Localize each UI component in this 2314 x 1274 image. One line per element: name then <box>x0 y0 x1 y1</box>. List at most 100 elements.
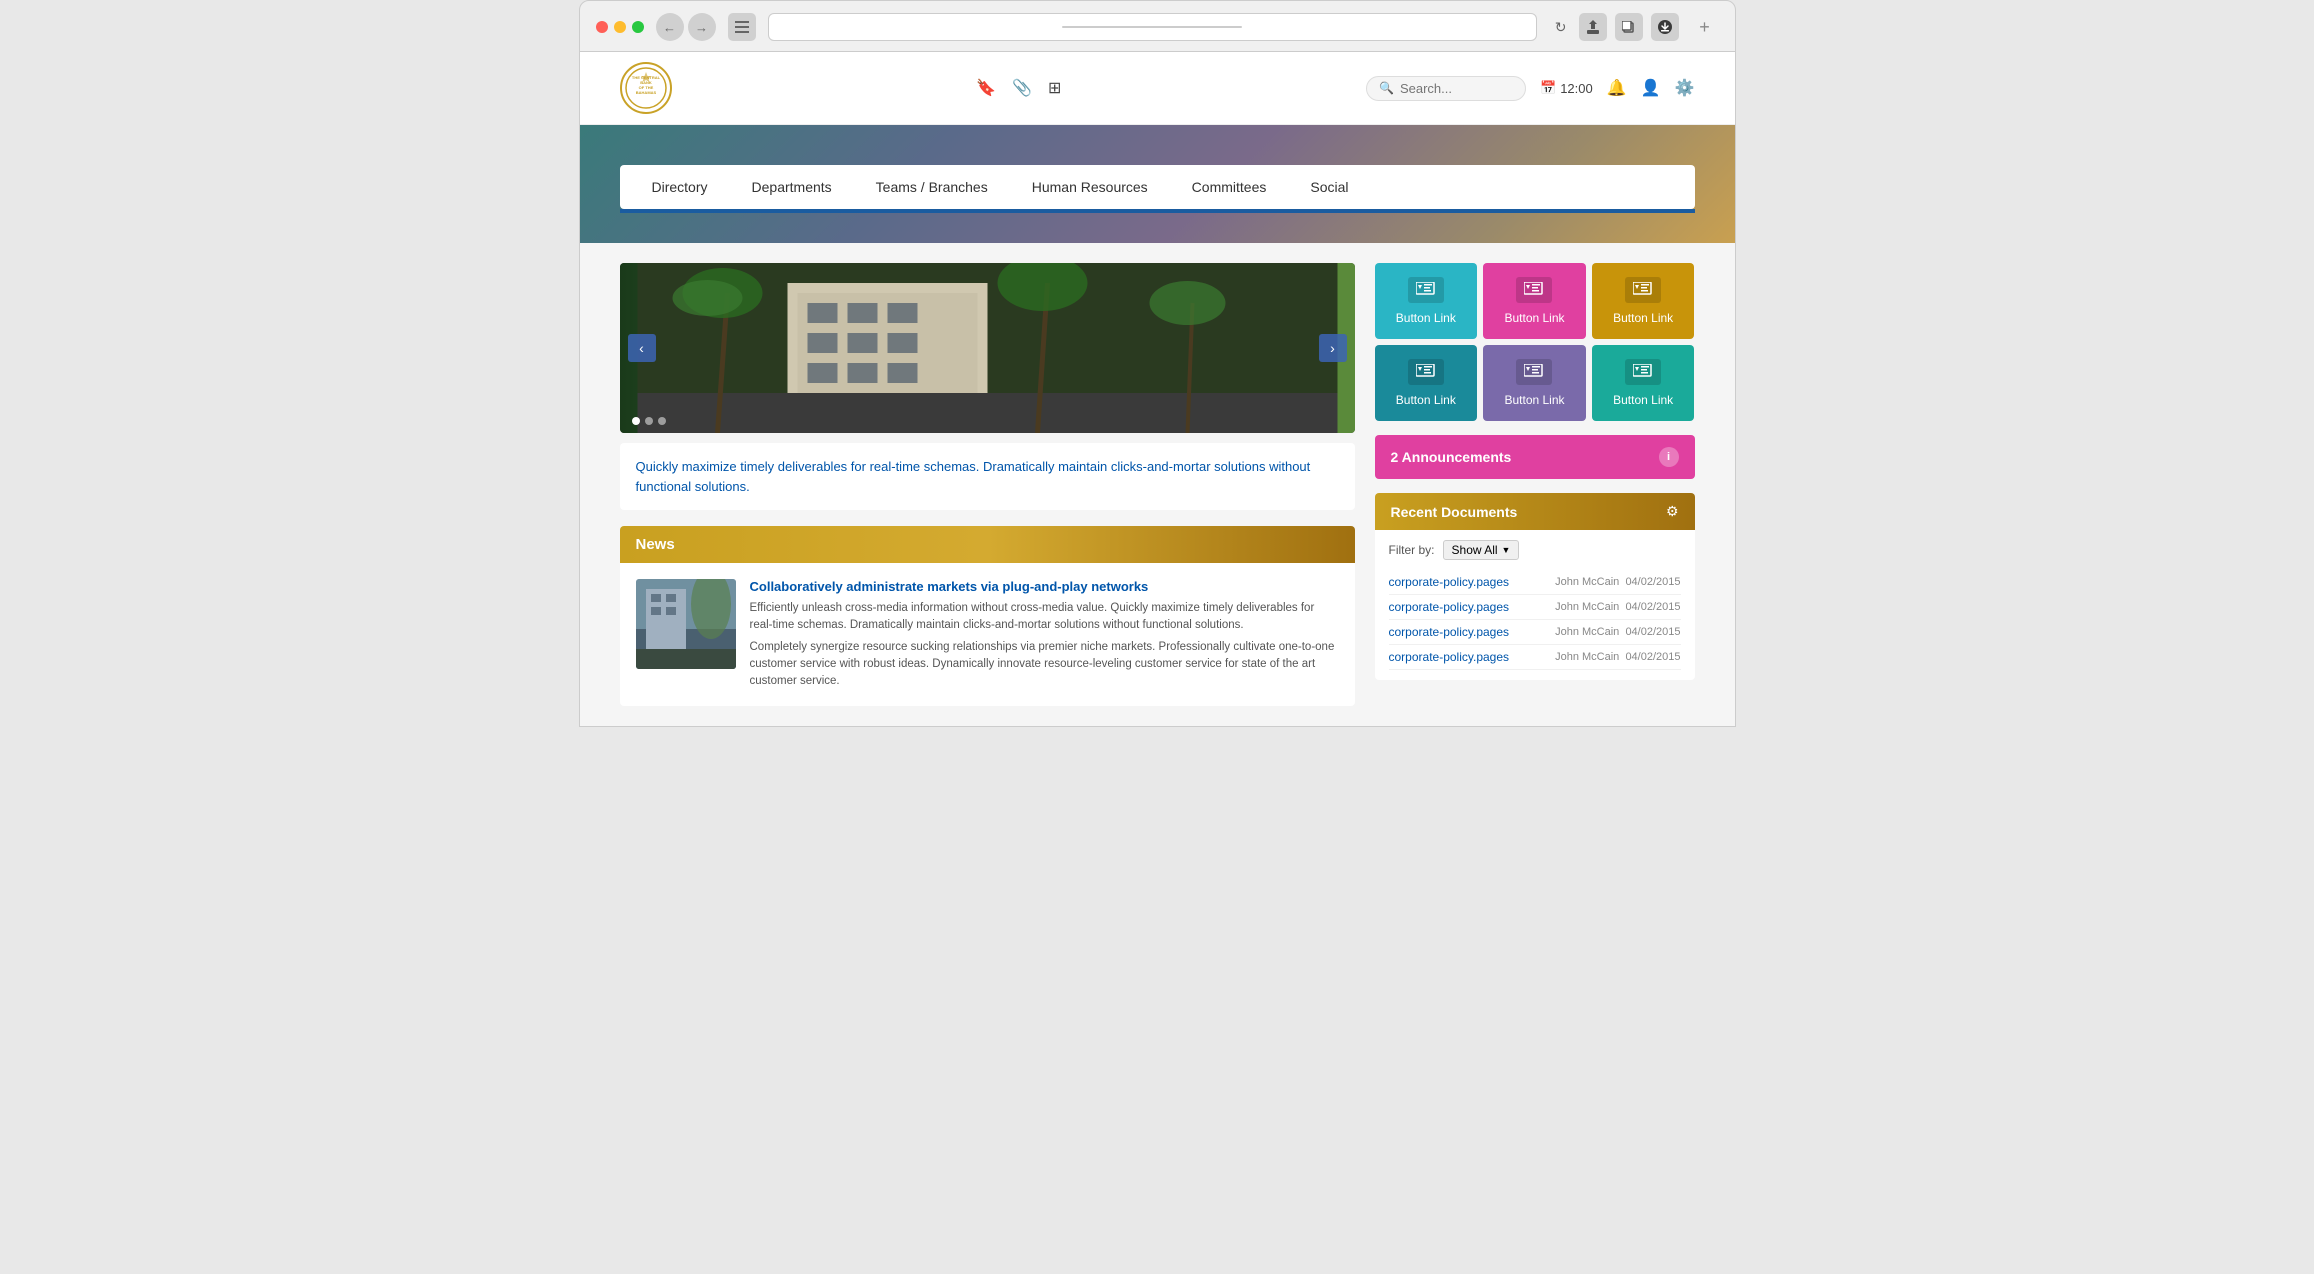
carousel-dot-2[interactable] <box>645 417 653 425</box>
minimize-button[interactable] <box>614 21 626 33</box>
caption-text: Quickly maximize timely deliverables for… <box>636 457 1339 496</box>
button-link-6[interactable]: Button Link <box>1592 345 1695 421</box>
carousel-svg <box>620 263 1355 433</box>
announcements-info-icon[interactable]: i <box>1659 447 1679 467</box>
svg-text:BAHAMAS: BAHAMAS <box>635 90 656 95</box>
recent-docs-section: Recent Documents ⚙ Filter by: Show All ▼… <box>1375 493 1695 680</box>
carousel-dot-1[interactable] <box>632 417 640 425</box>
caption-box: Quickly maximize timely deliverables for… <box>620 443 1355 510</box>
search-icon: 🔍 <box>1379 81 1394 95</box>
announcements-label: 2 Announcements <box>1391 449 1512 465</box>
doc-name-4[interactable]: corporate-policy.pages <box>1389 650 1548 664</box>
sidebar-toggle-button[interactable] <box>728 13 756 41</box>
header-right: 🔍 📅 12:00 🔔 👤 ⚙️ <box>1366 76 1695 101</box>
doc-meta-4: John McCain 04/02/2015 <box>1555 651 1680 663</box>
share-button[interactable] <box>1579 13 1607 41</box>
time-display: 12:00 <box>1560 81 1593 96</box>
button-link-2[interactable]: Button Link <box>1483 263 1586 339</box>
nav-border <box>620 209 1695 213</box>
button-link-1[interactable]: Button Link <box>1375 263 1478 339</box>
nav-item-teams[interactable]: Teams / Branches <box>854 165 1010 209</box>
news-item: Collaboratively administrate markets via… <box>636 579 1339 690</box>
bookmark-icon[interactable]: 🔖 <box>976 78 996 98</box>
carousel: ‹ › <box>620 263 1355 433</box>
button-link-1-label: Button Link <box>1396 311 1456 325</box>
carousel-dot-3[interactable] <box>658 417 666 425</box>
paperclip-icon[interactable]: 📎 <box>1012 78 1032 98</box>
search-box[interactable]: 🔍 <box>1366 76 1526 101</box>
button-link-3-label: Button Link <box>1613 311 1673 325</box>
grid-icon[interactable]: ⊞ <box>1048 78 1061 98</box>
nav-item-social[interactable]: Social <box>1288 165 1370 209</box>
button-link-3[interactable]: Button Link <box>1592 263 1695 339</box>
news-content: Collaboratively administrate markets via… <box>750 579 1339 690</box>
news-article-title[interactable]: Collaboratively administrate markets via… <box>750 579 1339 594</box>
download-button[interactable] <box>1651 13 1679 41</box>
news-header: News <box>620 526 1355 563</box>
maximize-button[interactable] <box>632 21 644 33</box>
duplicate-button[interactable] <box>1615 13 1643 41</box>
traffic-lights <box>596 21 644 33</box>
nav-item-hr[interactable]: Human Resources <box>1010 165 1170 209</box>
nav-item-departments[interactable]: Departments <box>730 165 854 209</box>
search-input[interactable] <box>1400 81 1510 96</box>
nav-buttons: ← → <box>656 13 716 41</box>
carousel-dots <box>632 417 666 425</box>
logo-area: THE CENTRAL BANK OF THE BAHAMAS <box>620 62 672 114</box>
filter-value: Show All <box>1452 543 1498 557</box>
news-title: News <box>636 536 675 553</box>
user-icon[interactable]: 👤 <box>1641 78 1661 98</box>
nav-item-directory[interactable]: Directory <box>630 165 730 209</box>
browser-actions <box>1579 13 1679 41</box>
forward-button[interactable]: → <box>688 13 716 41</box>
gear-icon[interactable]: ⚙️ <box>1675 78 1695 98</box>
button-link-2-label: Button Link <box>1504 311 1564 325</box>
reload-button[interactable]: ↻ <box>1555 19 1567 36</box>
site-wrapper: THE CENTRAL BANK OF THE BAHAMAS 🔖 📎 ⊞ 🔍 … <box>579 52 1736 727</box>
carousel-next-button[interactable]: › <box>1319 334 1347 362</box>
docs-title: Recent Documents <box>1391 504 1518 520</box>
doc-row-4: corporate-policy.pages John McCain 04/02… <box>1389 645 1681 670</box>
nav-item-committees[interactable]: Committees <box>1170 165 1289 209</box>
news-body: Collaboratively administrate markets via… <box>620 563 1355 706</box>
main-nav: Directory Departments Teams / Branches H… <box>620 165 1695 209</box>
header-time: 📅 12:00 <box>1540 80 1593 96</box>
doc-row-2: corporate-policy.pages John McCain 04/02… <box>1389 595 1681 620</box>
doc-name-3[interactable]: corporate-policy.pages <box>1389 625 1548 639</box>
back-button[interactable]: ← <box>656 13 684 41</box>
doc-meta-2: John McCain 04/02/2015 <box>1555 601 1680 613</box>
button-link-4[interactable]: Button Link <box>1375 345 1478 421</box>
news-thumbnail <box>636 579 736 669</box>
news-section: News <box>620 526 1355 706</box>
bell-icon[interactable]: 🔔 <box>1607 78 1627 98</box>
button-link-5-icon <box>1516 359 1552 385</box>
filter-row: Filter by: Show All ▼ <box>1389 540 1681 560</box>
browser-titlebar: ← → ↻ + <box>596 13 1719 51</box>
doc-name-1[interactable]: corporate-policy.pages <box>1389 575 1548 589</box>
browser-chrome: ← → ↻ + <box>579 0 1736 52</box>
filter-select[interactable]: Show All ▼ <box>1443 540 1520 560</box>
logo: THE CENTRAL BANK OF THE BAHAMAS <box>620 62 672 114</box>
calendar-icon: 📅 <box>1540 80 1556 96</box>
carousel-prev-button[interactable]: ‹ <box>628 334 656 362</box>
button-link-6-label: Button Link <box>1613 393 1673 407</box>
button-link-3-icon <box>1625 277 1661 303</box>
doc-row-1: corporate-policy.pages John McCain 04/02… <box>1389 570 1681 595</box>
docs-settings-icon[interactable]: ⚙ <box>1666 503 1679 520</box>
close-button[interactable] <box>596 21 608 33</box>
filter-label: Filter by: <box>1389 543 1435 557</box>
site-header: THE CENTRAL BANK OF THE BAHAMAS 🔖 📎 ⊞ 🔍 … <box>580 52 1735 125</box>
right-column: Button Link Button Link Button Link <box>1375 263 1695 706</box>
button-link-4-icon <box>1408 359 1444 385</box>
new-tab-button[interactable]: + <box>1691 13 1719 41</box>
docs-header: Recent Documents ⚙ <box>1375 493 1695 530</box>
url-bar[interactable] <box>768 13 1537 41</box>
button-link-6-icon <box>1625 359 1661 385</box>
doc-meta-3: John McCain 04/02/2015 <box>1555 626 1680 638</box>
button-link-4-label: Button Link <box>1396 393 1456 407</box>
announcements-bar[interactable]: 2 Announcements i <box>1375 435 1695 479</box>
doc-name-2[interactable]: corporate-policy.pages <box>1389 600 1548 614</box>
button-links-grid: Button Link Button Link Button Link <box>1375 263 1695 421</box>
docs-body: Filter by: Show All ▼ corporate-policy.p… <box>1375 530 1695 680</box>
button-link-5[interactable]: Button Link <box>1483 345 1586 421</box>
